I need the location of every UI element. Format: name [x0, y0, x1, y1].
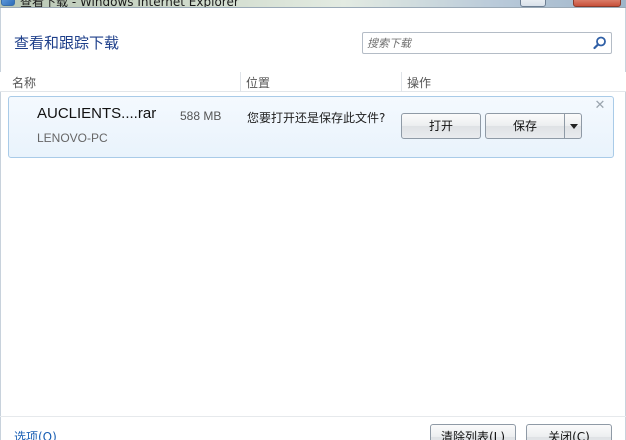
window-titlebar: 查看下载 - Windows Internet Explorer — [0, 0, 626, 8]
column-header-name[interactable]: 名称 — [12, 74, 36, 91]
save-options-dropdown[interactable] — [564, 113, 582, 139]
close-button[interactable]: 关闭(C) — [526, 424, 612, 440]
page-title: 查看和跟踪下载 — [14, 34, 120, 52]
close-icon[interactable]: ✕ — [594, 99, 606, 113]
footer-divider — [0, 416, 626, 417]
column-header-location[interactable]: 位置 — [246, 74, 270, 91]
minimize-button[interactable] — [520, 0, 546, 7]
chevron-down-icon — [570, 124, 578, 129]
search-input[interactable] — [367, 35, 589, 51]
column-header-actions[interactable]: 操作 — [407, 74, 431, 91]
file-source: LENOVO-PC — [37, 131, 108, 145]
file-name: AUCLIENTS....rar — [37, 105, 157, 122]
clear-list-button[interactable]: 清除列表(L) — [430, 424, 516, 440]
search-icon[interactable] — [593, 36, 607, 50]
column-header-row: 名称 位置 操作 — [0, 72, 626, 92]
search-box[interactable] — [362, 32, 612, 54]
download-item-row[interactable]: AUCLIENTS....rar 588 MB LENOVO-PC 您要打开还是… — [8, 96, 614, 158]
open-button[interactable]: 打开 — [401, 113, 481, 139]
window-close-button[interactable] — [573, 0, 621, 7]
window-title: 查看下载 - Windows Internet Explorer — [20, 0, 239, 8]
save-button[interactable]: 保存 — [485, 113, 565, 139]
file-size: 588 MB — [180, 109, 222, 123]
ie-icon — [1, 0, 15, 6]
options-link[interactable]: 选项(O) — [14, 428, 57, 440]
column-divider[interactable] — [240, 72, 241, 92]
download-prompt: 您要打开还是保存此文件? — [247, 111, 386, 125]
column-divider[interactable] — [401, 72, 402, 92]
